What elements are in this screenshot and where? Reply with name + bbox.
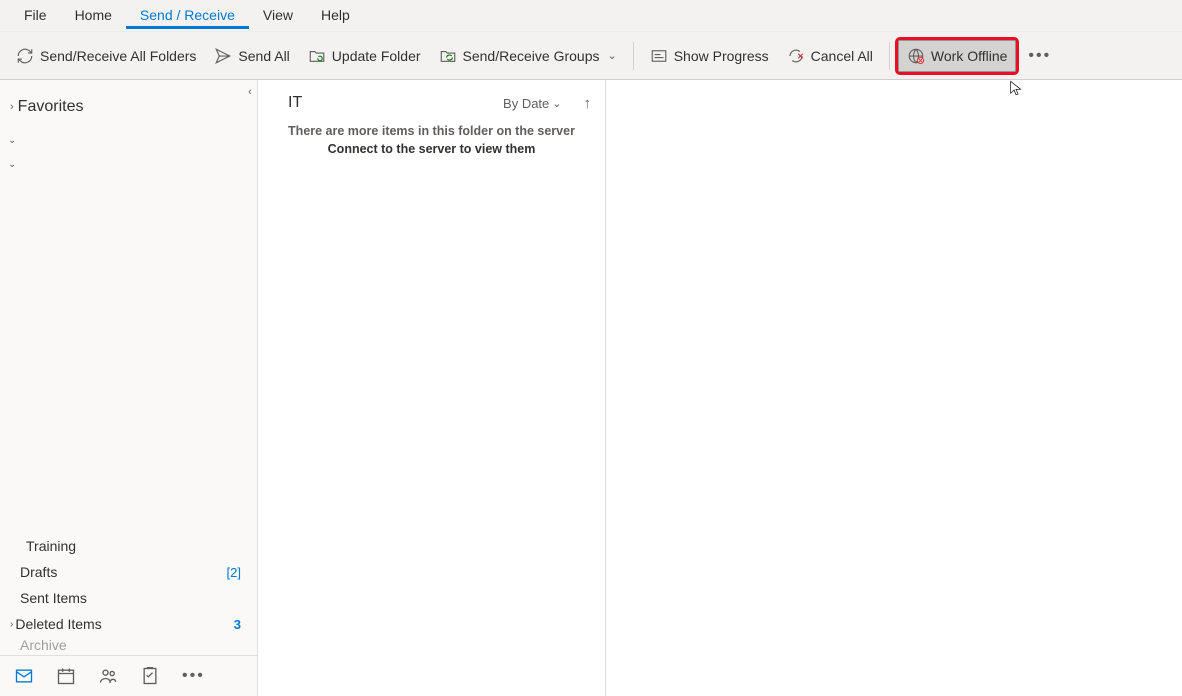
folder-pane: ‹ › Favorites ⌄ I ⌄ I Training Drafts [2… [0, 80, 258, 696]
sort-by-button[interactable]: By Date ⌄ [503, 96, 561, 111]
send-receive-all-label: Send/Receive All Folders [40, 48, 196, 64]
folder-label: Deleted Items [15, 616, 101, 632]
show-progress-label: Show Progress [674, 48, 769, 64]
folder-archive[interactable]: Archive [0, 637, 257, 651]
send-receive-groups-button[interactable]: Send/Receive Groups ⌄ [431, 41, 625, 71]
chevron-down-icon: ⌄ [607, 49, 616, 62]
nav-footer: ••• [0, 656, 257, 696]
cancel-refresh-icon [787, 47, 805, 65]
menubar: File Home Send / Receive View Help [0, 0, 1182, 32]
cancel-all-button[interactable]: Cancel All [779, 41, 881, 71]
reading-pane [606, 80, 1182, 696]
chevron-right-icon: › [10, 101, 14, 113]
folder-deleted-items[interactable]: › Deleted Items 3 [0, 611, 257, 637]
update-folder-label: Update Folder [332, 48, 421, 64]
chevron-down-icon: ⌄ [8, 159, 20, 170]
update-folder-button[interactable]: Update Folder [300, 41, 429, 71]
progress-icon [650, 47, 668, 65]
folder-account-2[interactable]: ⌄ I [0, 152, 257, 176]
count-badge: [2] [227, 565, 241, 580]
more-nav-icon[interactable]: ••• [182, 667, 205, 685]
collapse-sidebar-button[interactable]: ‹ [243, 84, 257, 100]
folder-label: Drafts [20, 564, 57, 580]
more-options-button[interactable]: ••• [1018, 41, 1061, 71]
lower-folders: Training Drafts [2] Sent Items › Deleted… [0, 533, 257, 656]
message-list-pane: IT By Date ⌄ ↑ There are more items in t… [258, 80, 606, 696]
folder-label: Archive [20, 637, 67, 651]
refresh-icon [16, 47, 34, 65]
menu-home[interactable]: Home [61, 2, 126, 29]
folder-label: Training [26, 538, 76, 554]
people-icon[interactable] [98, 666, 118, 686]
sort-direction-button[interactable]: ↑ [584, 95, 592, 112]
favorites-label: Favorites [18, 98, 84, 116]
folder-name: IT [288, 94, 495, 112]
menu-file[interactable]: File [10, 2, 61, 29]
list-header: IT By Date ⌄ ↑ [258, 80, 605, 118]
folder-refresh-icon [308, 47, 326, 65]
folder-label: Sent Items [20, 590, 87, 606]
menu-help[interactable]: Help [307, 2, 364, 29]
show-progress-button[interactable]: Show Progress [642, 41, 777, 71]
menu-view[interactable]: View [249, 2, 307, 29]
sort-label: By Date [503, 96, 549, 111]
main-area: ‹ › Favorites ⌄ I ⌄ I Training Drafts [2… [0, 80, 1182, 696]
work-offline-button[interactable]: Work Offline [898, 40, 1017, 72]
folder-training[interactable]: Training [0, 533, 257, 559]
folder-drafts[interactable]: Drafts [2] [0, 559, 257, 585]
ellipsis-icon: ••• [1028, 47, 1051, 65]
server-more-items-msg: There are more items in this folder on t… [258, 118, 605, 138]
separator [889, 42, 890, 70]
cancel-all-label: Cancel All [811, 48, 873, 64]
favorites-header[interactable]: › Favorites [0, 80, 257, 124]
menu-send-receive[interactable]: Send / Receive [126, 2, 249, 29]
mail-icon[interactable] [14, 666, 34, 686]
folder-sync-icon [439, 47, 457, 65]
chevron-down-icon: ⌄ [8, 135, 20, 146]
connect-server-link[interactable]: Connect to the server to view them [258, 138, 605, 162]
calendar-icon[interactable] [56, 666, 76, 686]
separator [633, 42, 634, 70]
folder-account-1[interactable]: ⌄ I [0, 128, 257, 152]
send-all-label: Send All [238, 48, 289, 64]
send-receive-all-button[interactable]: Send/Receive All Folders [8, 41, 204, 71]
send-all-button[interactable]: Send All [206, 41, 297, 71]
work-offline-label: Work Offline [931, 48, 1008, 64]
chevron-right-icon: › [10, 619, 13, 630]
folder-sent-items[interactable]: Sent Items [0, 585, 257, 611]
chevron-down-icon: ⌄ [552, 97, 561, 110]
send-icon [214, 47, 232, 65]
send-receive-groups-label: Send/Receive Groups [463, 48, 600, 64]
count-badge: 3 [234, 617, 241, 632]
tasks-icon[interactable] [140, 666, 160, 686]
globe-offline-icon [907, 47, 925, 65]
toolbar: Send/Receive All Folders Send All Update… [0, 32, 1182, 80]
folder-tree: ⌄ I ⌄ I [0, 124, 257, 180]
